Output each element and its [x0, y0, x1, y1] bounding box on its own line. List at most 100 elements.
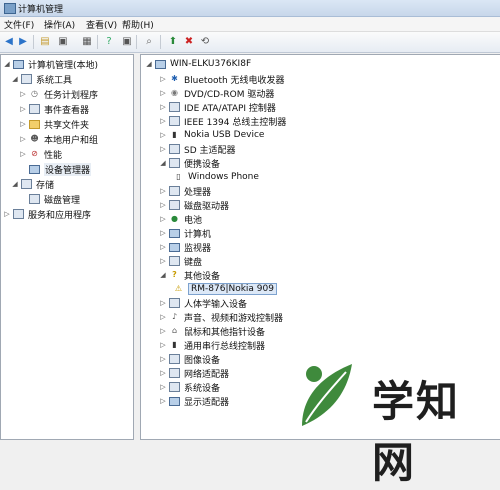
- expander-icon[interactable]: ▷: [159, 131, 167, 139]
- device-category[interactable]: ▷ ✱ Bluetooth 无线电收发器: [159, 72, 285, 86]
- expander-icon[interactable]: ▷: [159, 103, 167, 111]
- update-driver-icon[interactable]: ⬆: [166, 35, 180, 49]
- expander-icon[interactable]: ▷: [159, 341, 167, 349]
- device-category[interactable]: ▷ 计算机: [159, 226, 211, 240]
- forward-arrow-icon[interactable]: ▶: [16, 35, 30, 49]
- export-icon[interactable]: ▦: [80, 35, 94, 49]
- device-category[interactable]: ▷ ⌂ 鼠标和其他指针设备: [159, 324, 265, 338]
- device-category[interactable]: ▷ SD 主适配器: [159, 142, 236, 156]
- expander-icon[interactable]: ▷: [159, 75, 167, 83]
- expander-icon[interactable]: ▷: [159, 243, 167, 251]
- device-root[interactable]: ◢ WIN-ELKU376KI8F: [145, 57, 251, 71]
- expander-icon[interactable]: ▷: [159, 369, 167, 377]
- device-label: 网络适配器: [184, 369, 230, 380]
- tree-system-tools[interactable]: ◢ 系统工具: [11, 72, 72, 86]
- device-category[interactable]: ▷ 图像设备: [159, 352, 220, 366]
- expander-icon[interactable]: ▷: [19, 120, 27, 128]
- expander-icon[interactable]: ▷: [159, 89, 167, 97]
- device-category[interactable]: ◢ ? 其他设备: [159, 268, 220, 282]
- expander-icon[interactable]: ▷: [159, 257, 167, 265]
- device-item[interactable]: ▯ Windows Phone: [173, 170, 259, 184]
- device-category[interactable]: ▷ 人体学输入设备: [159, 296, 247, 310]
- disable-device-icon[interactable]: ✖: [182, 35, 196, 49]
- expander-icon[interactable]: ▷: [159, 383, 167, 391]
- scan-hardware-icon[interactable]: ⌕: [142, 35, 156, 49]
- menu-bar: 文件(F) 操作(A) 查看(V) 帮助(H): [0, 17, 500, 32]
- device-category[interactable]: ▷ 处理器: [159, 184, 211, 198]
- device-category[interactable]: ◢ 便携设备: [159, 156, 220, 170]
- tree-storage[interactable]: ◢ 存储: [11, 177, 54, 191]
- tree-item-disk-management[interactable]: 磁盘管理: [19, 192, 80, 206]
- tree-item-performance[interactable]: ▷ ⊘ 性能: [19, 147, 62, 161]
- expander-icon[interactable]: ▷: [159, 313, 167, 321]
- tree-label: 服务和应用程序: [28, 210, 92, 221]
- device-category[interactable]: ▷ 显示适配器: [159, 394, 229, 408]
- device-label: 磁盘驱动器: [184, 201, 230, 212]
- up-folder-icon[interactable]: ▤: [38, 35, 52, 49]
- expander-icon[interactable]: ▷: [159, 229, 167, 237]
- expander-icon[interactable]: ▷: [19, 90, 27, 98]
- device-category[interactable]: ▷ ◉ DVD/CD-ROM 驱动器: [159, 86, 274, 100]
- device-category[interactable]: ▷ 系统设备: [159, 380, 220, 394]
- tree-label: 存储: [36, 180, 55, 191]
- device-item-selected[interactable]: ⚠ RM-876|Nokia 909: [173, 282, 277, 296]
- help-icon[interactable]: ?: [102, 35, 116, 49]
- toolbar-separator: [136, 35, 137, 49]
- device-category[interactable]: ▷ ● 电池: [159, 212, 202, 226]
- usb-device-icon: ▮: [172, 130, 177, 139]
- expander-icon[interactable]: ▷: [159, 327, 167, 335]
- device-label: 通用串行总线控制器: [184, 341, 266, 352]
- expander-icon[interactable]: ▷: [159, 397, 167, 405]
- tree-item-device-manager[interactable]: 设备管理器: [19, 162, 92, 176]
- network-adapter-icon: [169, 368, 180, 378]
- uninstall-icon[interactable]: ⟲: [198, 35, 212, 49]
- back-arrow-icon[interactable]: ◀: [2, 35, 16, 49]
- device-category[interactable]: ▷ ▮ Nokia USB Device: [159, 128, 264, 142]
- menu-help[interactable]: 帮助(H): [122, 18, 154, 31]
- tree-root[interactable]: ◢ 计算机管理(本地): [3, 57, 98, 71]
- expander-icon[interactable]: ◢: [145, 60, 153, 68]
- monitor-icon: [169, 242, 180, 252]
- view-icon[interactable]: ▣: [120, 35, 134, 49]
- device-category[interactable]: ▷ 键盘: [159, 254, 202, 268]
- device-category[interactable]: ▷ ▮ 通用串行总线控制器: [159, 338, 265, 352]
- device-label: 图像设备: [184, 355, 221, 366]
- expander-icon[interactable]: ◢: [3, 60, 11, 68]
- expander-icon[interactable]: ◢: [11, 180, 19, 188]
- menu-action[interactable]: 操作(A): [44, 18, 75, 31]
- expander-icon[interactable]: ▷: [159, 201, 167, 209]
- tree-label: 设备管理器: [44, 162, 92, 176]
- computer-name: WIN-ELKU376KI8F: [170, 59, 252, 69]
- device-category[interactable]: ▷ ♪ 声音、视频和游戏控制器: [159, 310, 283, 324]
- tree-item-local-users[interactable]: ▷ ☻ 本地用户和组: [19, 132, 98, 146]
- expander-icon[interactable]: ▷: [19, 135, 27, 143]
- system-device-icon: [169, 382, 180, 392]
- expander-icon[interactable]: ▷: [3, 210, 11, 218]
- show-hide-tree-icon[interactable]: ▣: [56, 35, 70, 49]
- device-label: Bluetooth 无线电收发器: [184, 75, 285, 86]
- expander-icon[interactable]: ▷: [19, 105, 27, 113]
- device-category[interactable]: ▷ 网络适配器: [159, 366, 229, 380]
- storage-icon: [21, 179, 32, 189]
- tree-services[interactable]: ▷ 服务和应用程序: [3, 207, 91, 221]
- expander-icon[interactable]: ▷: [159, 299, 167, 307]
- menu-view[interactable]: 查看(V): [86, 18, 117, 31]
- menu-file[interactable]: 文件(F): [4, 18, 34, 31]
- expander-icon[interactable]: ▷: [159, 145, 167, 153]
- device-category[interactable]: ▷ IDE ATA/ATAPI 控制器: [159, 100, 276, 114]
- expander-icon[interactable]: ▷: [159, 187, 167, 195]
- tree-item-event-viewer[interactable]: ▷ 事件查看器: [19, 102, 89, 116]
- expander-icon[interactable]: ▷: [159, 117, 167, 125]
- expander-icon[interactable]: ▷: [159, 215, 167, 223]
- expander-icon[interactable]: ◢: [159, 159, 167, 167]
- tree-item-shared-folders[interactable]: ▷ 共享文件夹: [19, 117, 89, 131]
- expander-icon[interactable]: ◢: [11, 75, 19, 83]
- expander-icon[interactable]: ▷: [19, 150, 27, 158]
- device-category[interactable]: ▷ 监视器: [159, 240, 211, 254]
- device-category[interactable]: ▷ IEEE 1394 总线主控制器: [159, 114, 286, 128]
- device-category[interactable]: ▷ 磁盘驱动器: [159, 198, 229, 212]
- other-devices-icon: ?: [172, 270, 177, 279]
- expander-icon[interactable]: ◢: [159, 271, 167, 279]
- tree-item-task-scheduler[interactable]: ▷ ◷ 任务计划程序: [19, 87, 98, 101]
- expander-icon[interactable]: ▷: [159, 355, 167, 363]
